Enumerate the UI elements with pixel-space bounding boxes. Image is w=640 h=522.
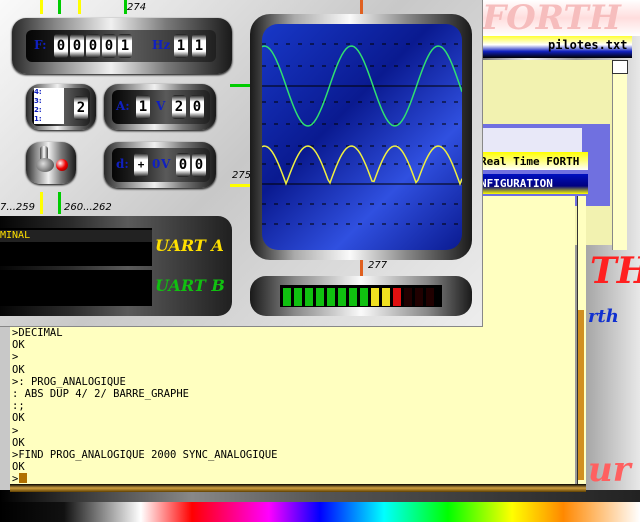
- bargraph-segment: [382, 288, 390, 306]
- offset-unit: V: [161, 157, 171, 171]
- offset-digit[interactable]: 0: [152, 157, 160, 171]
- background-blue-text: rth: [588, 306, 619, 327]
- terminal-bottom-border: [10, 484, 586, 492]
- bargraph-segment: [338, 288, 346, 306]
- amp-digit[interactable]: 1: [136, 95, 150, 119]
- color-spectrum: [0, 502, 640, 522]
- bargraph-segment: [426, 288, 434, 306]
- waveform-options[interactable]: 4: 3: 2: 1:: [34, 88, 64, 124]
- freq-digit-3[interactable]: 0: [86, 34, 100, 58]
- offset-extra-digit-1[interactable]: 0: [176, 153, 190, 177]
- scope-dashed-lines: [262, 43, 462, 225]
- bargraph-segment: [404, 288, 412, 306]
- uart-b-label: UART B: [155, 276, 225, 295]
- bargraph-segment: [393, 288, 401, 306]
- scroll-up-icon[interactable]: [612, 60, 628, 74]
- amp-extra-digit-1[interactable]: 2: [172, 95, 186, 119]
- file-scrollbar[interactable]: [612, 60, 627, 250]
- wire: [40, 0, 43, 14]
- wire-label-275: 275: [232, 170, 252, 181]
- terminal-scroll-thumb[interactable]: [578, 310, 584, 480]
- amplitude-label: A:: [116, 99, 130, 113]
- wire-label-274: 274: [127, 2, 147, 13]
- background-red-text: TH: [590, 250, 640, 292]
- wire: [58, 192, 61, 214]
- bargraph-segment: [371, 288, 379, 306]
- freq-digit-4[interactable]: 0: [102, 34, 116, 58]
- file-name[interactable]: pilotes.txt: [548, 38, 627, 52]
- freq-digit-2[interactable]: 0: [70, 34, 84, 58]
- oscilloscope-traces: [262, 43, 462, 225]
- bargraph-segment: [360, 288, 368, 306]
- freq-digit-5[interactable]: 1: [118, 34, 132, 58]
- bargraph-segment: [294, 288, 302, 306]
- uart-b-terminal[interactable]: [0, 270, 152, 306]
- real-time-forth-label[interactable]: Real Time FORTH: [480, 155, 579, 168]
- freq-extra-digit-2[interactable]: 1: [192, 34, 206, 58]
- bargraph-segment: [316, 288, 324, 306]
- bargraph-segment: [327, 288, 335, 306]
- generator-panel: 274 275 277 7...259 260...262 F: 0 0 0 0…: [0, 0, 483, 327]
- wire: [230, 84, 250, 87]
- freq-digit-1[interactable]: 0: [54, 34, 68, 58]
- offset-label: d:: [116, 157, 129, 171]
- waveform-digit[interactable]: 2: [74, 96, 88, 120]
- wire: [40, 192, 43, 214]
- bargraph-segment: [415, 288, 423, 306]
- uart-a-label: UART A: [155, 236, 224, 255]
- wire: [58, 0, 61, 14]
- frequency-label: F:: [34, 38, 47, 52]
- background-bottom-text: ur: [588, 450, 631, 490]
- bargraph-segment: [305, 288, 313, 306]
- terminal-output[interactable]: >DECIMAL OK > OK >: PROG_ANALOGIQUE : AB…: [12, 327, 278, 486]
- bargraph-segment: [283, 288, 291, 306]
- offset-extra-digit-2[interactable]: 0: [192, 153, 206, 177]
- wire-label-260: 260...262: [64, 202, 112, 213]
- wire: [360, 258, 363, 276]
- background-title: FORTH: [482, 0, 640, 36]
- wire-label-277: 277: [368, 260, 388, 271]
- offset-sign[interactable]: +: [134, 153, 148, 177]
- amp-extra-digit-2[interactable]: 0: [190, 95, 204, 119]
- status-led: [56, 159, 68, 171]
- wire: [230, 184, 250, 187]
- abs-wave-trace: [262, 145, 462, 187]
- wire-label-259: 7...259: [0, 202, 35, 213]
- toggle-base: [36, 158, 54, 172]
- freq-extra-digit-1[interactable]: 1: [174, 34, 188, 58]
- terminal-cursor: [19, 473, 27, 483]
- wire: [360, 0, 363, 14]
- bargraph-segment: [349, 288, 357, 306]
- frequency-unit: Hz: [152, 38, 171, 52]
- wire: [78, 0, 81, 14]
- configuration-label[interactable]: NFIGURATION: [480, 177, 553, 190]
- terminal-label: MINAL: [0, 230, 152, 242]
- amplitude-unit: V: [156, 99, 166, 113]
